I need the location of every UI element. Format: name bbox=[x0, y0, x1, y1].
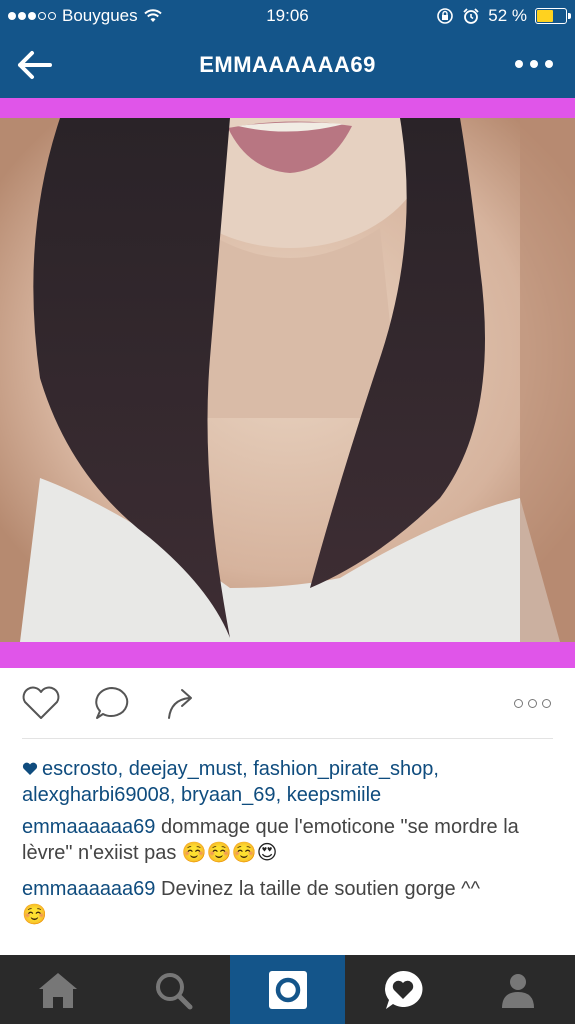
profile-icon bbox=[501, 973, 534, 1008]
tab-search[interactable] bbox=[115, 955, 230, 1024]
options-icon[interactable] bbox=[514, 699, 551, 708]
camera-icon bbox=[268, 970, 307, 1009]
home-icon bbox=[38, 972, 77, 1008]
battery-percent: 52 % bbox=[488, 6, 527, 25]
comment-emoji: ☺️ bbox=[22, 904, 47, 926]
tab-profile[interactable] bbox=[460, 955, 575, 1024]
like-user[interactable]: escrosto bbox=[42, 758, 118, 780]
like-user[interactable]: fashion_pirate_shop bbox=[253, 758, 433, 780]
post-photo-illustration bbox=[0, 118, 575, 642]
like-user[interactable]: keepsmiile bbox=[287, 784, 381, 806]
heart-outline-icon[interactable] bbox=[20, 684, 62, 722]
search-icon bbox=[155, 972, 192, 1009]
battery-icon bbox=[535, 8, 571, 24]
divider bbox=[22, 738, 553, 739]
like-user[interactable]: deejay_must bbox=[129, 758, 242, 780]
comment-emoji: ☺️ bbox=[206, 842, 232, 864]
status-right: 52 % bbox=[436, 6, 571, 26]
tab-bar bbox=[0, 955, 575, 1024]
comment-emoji: ☺️ bbox=[231, 842, 257, 864]
comment-item: emmaaaaaa69 dommage que l'emoticone "se … bbox=[22, 814, 555, 866]
status-bar: Bouygues 19:06 52 % bbox=[0, 0, 575, 32]
post-photo-frame bbox=[0, 98, 575, 668]
like-user[interactable]: bryaan_69 bbox=[181, 784, 276, 806]
post-actions bbox=[0, 680, 575, 730]
comment-emoji: ☺️ bbox=[181, 842, 207, 864]
likes-list: escrosto, deejay_must, fashion_pirate_sh… bbox=[22, 758, 439, 806]
comment-username[interactable]: emmaaaaaa69 bbox=[22, 878, 155, 900]
comment-username[interactable]: emmaaaaaa69 bbox=[22, 816, 155, 838]
comment-emoji: 😍 bbox=[256, 842, 278, 864]
comment-icon[interactable] bbox=[92, 684, 132, 722]
post-photo[interactable] bbox=[0, 118, 575, 642]
heart-icon bbox=[22, 762, 38, 775]
nav-bar: EMMAAAAAA69 bbox=[0, 32, 575, 98]
more-icon[interactable] bbox=[515, 60, 553, 68]
rotation-lock-icon bbox=[437, 8, 454, 24]
comment-item: emmaaaaaa69 Devinez la taille de soutien… bbox=[22, 876, 555, 928]
activity-heart-icon bbox=[384, 970, 422, 1009]
page-title: EMMAAAAAA69 bbox=[199, 52, 376, 77]
tab-home[interactable] bbox=[0, 955, 115, 1024]
alarm-icon bbox=[463, 8, 479, 24]
tab-activity[interactable] bbox=[345, 955, 460, 1024]
share-icon[interactable] bbox=[165, 684, 201, 722]
comment-text: Devinez la taille de soutien gorge ^^ bbox=[161, 878, 480, 900]
like-user[interactable]: alexgharbi69008 bbox=[22, 784, 170, 806]
tab-camera[interactable] bbox=[230, 955, 345, 1024]
